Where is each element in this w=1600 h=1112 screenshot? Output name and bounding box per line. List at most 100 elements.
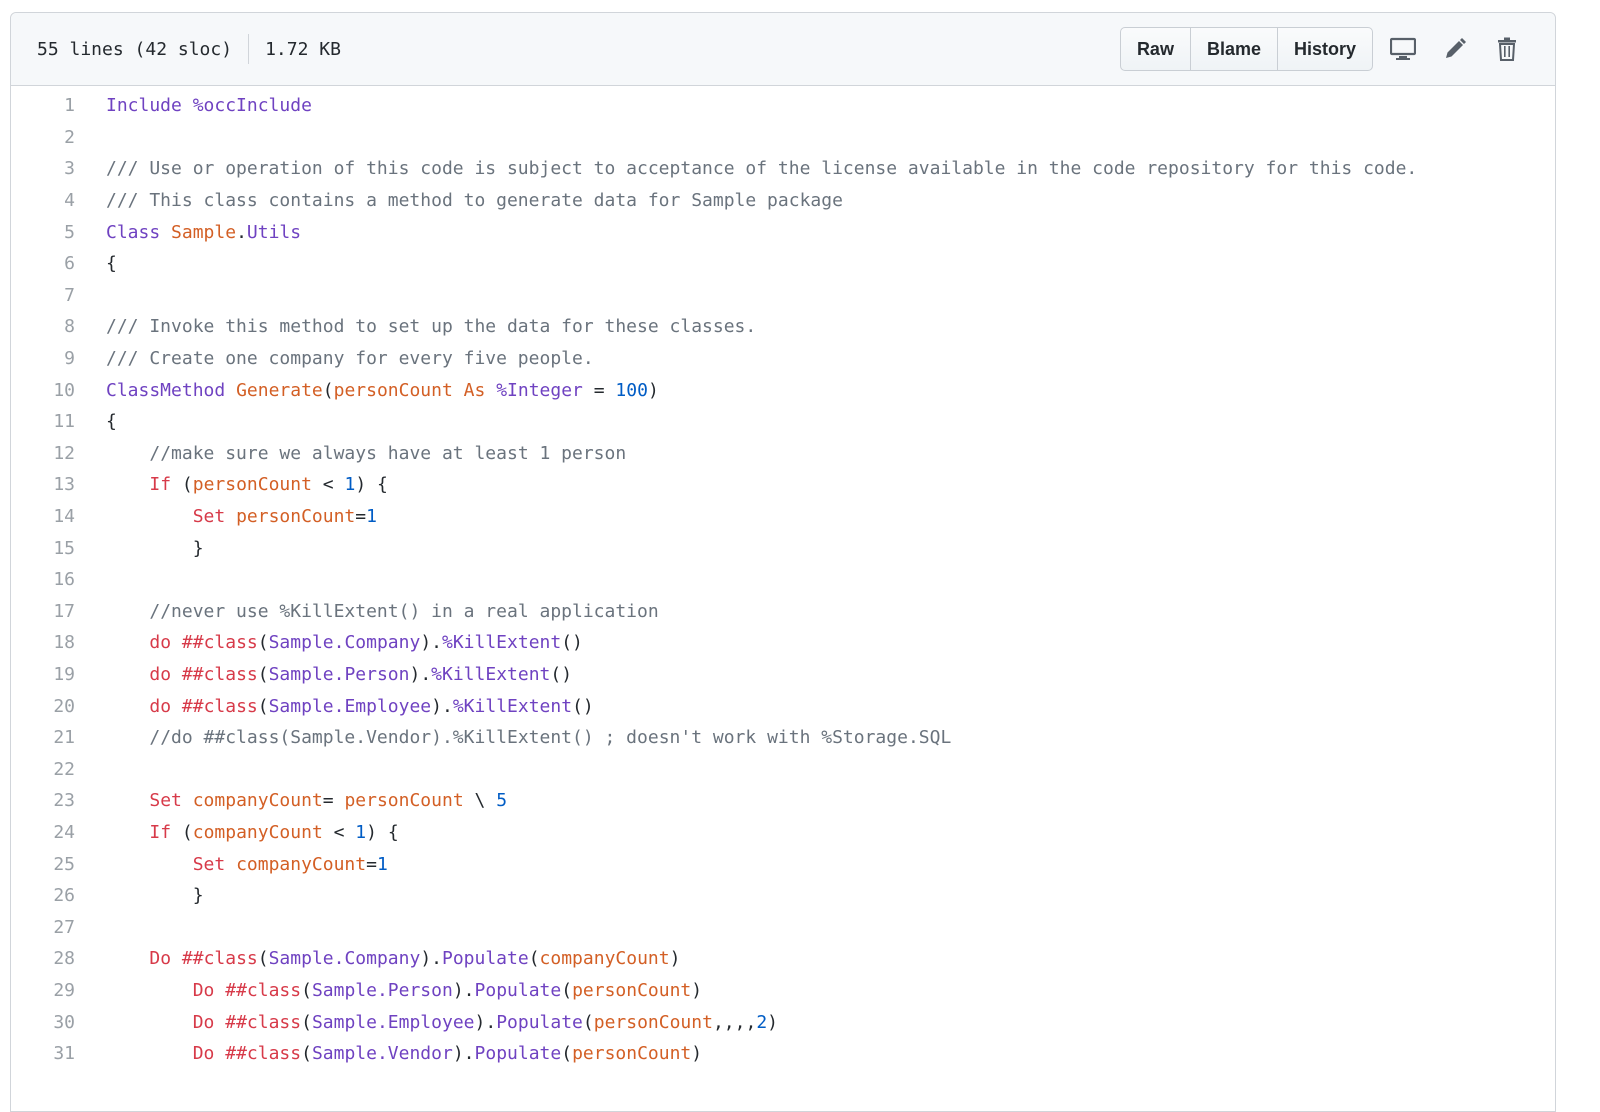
line-number[interactable]: 22 bbox=[11, 759, 75, 780]
code-line: 25 Set companyCount=1 bbox=[11, 848, 1555, 880]
code-token: Populate bbox=[474, 979, 562, 1001]
line-content: { bbox=[75, 411, 117, 432]
code-token: ). bbox=[452, 1043, 475, 1065]
code-token: ) bbox=[691, 979, 703, 1001]
line-number[interactable]: 4 bbox=[11, 190, 75, 211]
desktop-icon[interactable] bbox=[1381, 28, 1425, 70]
line-number[interactable]: 28 bbox=[11, 948, 75, 969]
line-number[interactable]: 20 bbox=[11, 696, 75, 717]
code-token: 1 bbox=[355, 821, 367, 843]
code-token: Do bbox=[149, 948, 172, 970]
code-token: Sample.Company bbox=[268, 632, 421, 654]
line-number[interactable]: 15 bbox=[11, 538, 75, 559]
code-token: /// Create one company for every five pe… bbox=[106, 348, 594, 370]
code-token: /// Use or operation of this code is sub… bbox=[106, 158, 1418, 180]
file-info: 55 lines (42 sloc) 1.72 KB bbox=[37, 34, 341, 64]
code-token: Populate bbox=[474, 1043, 562, 1065]
code-line: 2 bbox=[11, 122, 1555, 154]
trash-icon[interactable] bbox=[1485, 28, 1529, 70]
line-content: /// Use or operation of this code is sub… bbox=[75, 158, 1417, 179]
line-number[interactable]: 11 bbox=[11, 411, 75, 432]
code-token: ) bbox=[647, 379, 659, 401]
line-number[interactable]: 8 bbox=[11, 316, 75, 337]
file-header: 55 lines (42 sloc) 1.72 KB Raw Blame His… bbox=[11, 13, 1555, 86]
line-number[interactable]: 3 bbox=[11, 158, 75, 179]
code-line: 6{ bbox=[11, 248, 1555, 280]
code-token: 5 bbox=[496, 790, 508, 812]
code-token: Sample.Employee bbox=[311, 1011, 475, 1033]
code-token: Set bbox=[192, 853, 226, 875]
code-token: %Integer bbox=[496, 379, 583, 401]
code-token: ##class bbox=[181, 695, 258, 717]
line-number[interactable]: 9 bbox=[11, 348, 75, 369]
line-number[interactable]: 12 bbox=[11, 443, 75, 464]
raw-button[interactable]: Raw bbox=[1121, 28, 1191, 70]
line-number[interactable]: 21 bbox=[11, 727, 75, 748]
file-size: 1.72 KB bbox=[265, 38, 341, 60]
history-button[interactable]: History bbox=[1278, 28, 1372, 70]
line-number[interactable]: 26 bbox=[11, 885, 75, 906]
line-number[interactable]: 19 bbox=[11, 664, 75, 685]
code-token: 1 bbox=[344, 474, 356, 496]
line-number[interactable]: 13 bbox=[11, 474, 75, 495]
code-line: 22 bbox=[11, 753, 1555, 785]
code-token: ##class bbox=[225, 1011, 302, 1033]
line-content: Do ##class(Sample.Employee).Populate(per… bbox=[75, 1012, 778, 1033]
line-number[interactable]: 10 bbox=[11, 380, 75, 401]
line-content: /// Invoke this method to set up the dat… bbox=[75, 316, 756, 337]
code-token: ( bbox=[582, 1011, 594, 1033]
code-token: do bbox=[149, 695, 172, 717]
line-number[interactable]: 24 bbox=[11, 822, 75, 843]
code-token: //never use %KillExtent() in a real appl… bbox=[149, 600, 659, 622]
line-number[interactable]: 18 bbox=[11, 632, 75, 653]
line-number[interactable]: 17 bbox=[11, 601, 75, 622]
file-actions: Raw Blame History bbox=[1119, 27, 1529, 71]
code-token: Do bbox=[192, 1011, 215, 1033]
blame-button[interactable]: Blame bbox=[1191, 28, 1278, 70]
line-number[interactable]: 23 bbox=[11, 790, 75, 811]
pencil-icon[interactable] bbox=[1433, 28, 1477, 70]
code-token: personCount bbox=[572, 979, 692, 1001]
line-number[interactable]: 6 bbox=[11, 253, 75, 274]
line-number[interactable]: 7 bbox=[11, 285, 75, 306]
code-token: ). bbox=[474, 1011, 497, 1033]
code-line: 29 Do ##class(Sample.Person).Populate(pe… bbox=[11, 975, 1555, 1007]
code-token: = bbox=[355, 506, 367, 528]
line-number[interactable]: 2 bbox=[11, 127, 75, 148]
code-token: ( bbox=[257, 632, 269, 654]
line-number[interactable]: 30 bbox=[11, 1012, 75, 1033]
code-token: ( bbox=[301, 979, 312, 1001]
code-token: ##class bbox=[225, 979, 302, 1001]
line-number[interactable]: 25 bbox=[11, 854, 75, 875]
code-token: ). bbox=[420, 948, 442, 970]
code-token: If bbox=[149, 474, 172, 496]
line-number[interactable]: 16 bbox=[11, 569, 75, 590]
code-token: ( bbox=[257, 695, 269, 717]
line-number[interactable]: 5 bbox=[11, 222, 75, 243]
code-token: Sample.Person bbox=[268, 663, 410, 685]
code-line: 3 /// Use or operation of this code is su… bbox=[11, 153, 1555, 185]
line-number[interactable]: 27 bbox=[11, 917, 75, 938]
code-line: 16 bbox=[11, 564, 1555, 596]
code-line: 18 do ##class(Sample.Company).%KillExten… bbox=[11, 627, 1555, 659]
line-content: } bbox=[75, 885, 204, 906]
line-number[interactable]: 29 bbox=[11, 980, 75, 1001]
code-line: 19 do ##class(Sample.Person).%KillExtent… bbox=[11, 659, 1555, 691]
line-content: { bbox=[75, 253, 117, 274]
line-number[interactable]: 1 bbox=[11, 95, 75, 116]
code-token: . bbox=[236, 221, 247, 243]
line-number[interactable]: 31 bbox=[11, 1043, 75, 1064]
code-token: Sample.Person bbox=[311, 979, 453, 1001]
code-line: 4 /// This class contains a method to gen… bbox=[11, 185, 1555, 217]
line-content: /// Create one company for every five pe… bbox=[75, 348, 594, 369]
line-number[interactable]: 14 bbox=[11, 506, 75, 527]
line-content: ClassMethod Generate(personCount As %Int… bbox=[75, 380, 659, 401]
code-token: ##class bbox=[181, 632, 258, 654]
